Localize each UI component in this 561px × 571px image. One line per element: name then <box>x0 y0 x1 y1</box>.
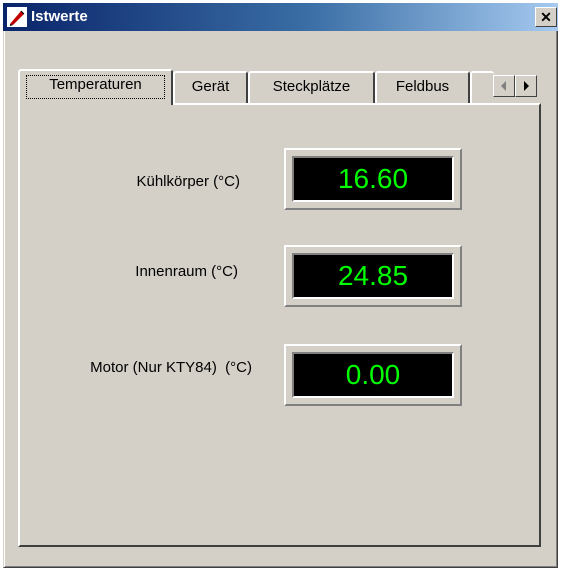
tab-scroll-left-button[interactable] <box>493 75 515 97</box>
pen-icon <box>7 7 27 27</box>
reading-label-motor: Motor (Nur KTY84) (°C) <box>90 359 252 376</box>
reading-value: 24.85 <box>292 253 454 299</box>
reading-display-motor: 0.00 <box>284 344 462 406</box>
title-bar[interactable]: Istwerte ✕ <box>3 3 558 31</box>
tab-label: Steckplätze <box>272 78 351 95</box>
tab-temperaturen[interactable]: Temperaturen <box>18 69 173 105</box>
close-icon: ✕ <box>540 9 552 25</box>
triangle-right-icon <box>524 81 529 91</box>
tab-scroll-right-button[interactable] <box>515 75 537 97</box>
tab-panel-temperaturen <box>18 103 541 547</box>
tab-steckplaetze[interactable]: Steckplätze <box>248 71 375 103</box>
reading-label-kuehlkoerper: Kühlkörper (°C) <box>136 173 240 190</box>
reading-label-innenraum: Innenraum (°C) <box>135 263 238 280</box>
triangle-left-icon <box>501 81 506 91</box>
reading-display-innenraum: 24.85 <box>284 245 462 307</box>
window-title: Istwerte <box>31 8 88 25</box>
tab-label: Gerät <box>191 78 230 95</box>
tab-feldbus[interactable]: Feldbus <box>375 71 470 103</box>
close-button[interactable]: ✕ <box>535 7 557 27</box>
tab-geraet[interactable]: Gerät <box>173 71 248 103</box>
reading-value: 16.60 <box>292 156 454 202</box>
reading-value: 0.00 <box>292 352 454 398</box>
tab-partial[interactable] <box>470 71 494 103</box>
tab-scroll-arrows <box>493 75 537 97</box>
focus-rectangle <box>26 75 165 99</box>
tab-label: Feldbus <box>395 78 450 95</box>
reading-display-kuehlkoerper: 16.60 <box>284 148 462 210</box>
